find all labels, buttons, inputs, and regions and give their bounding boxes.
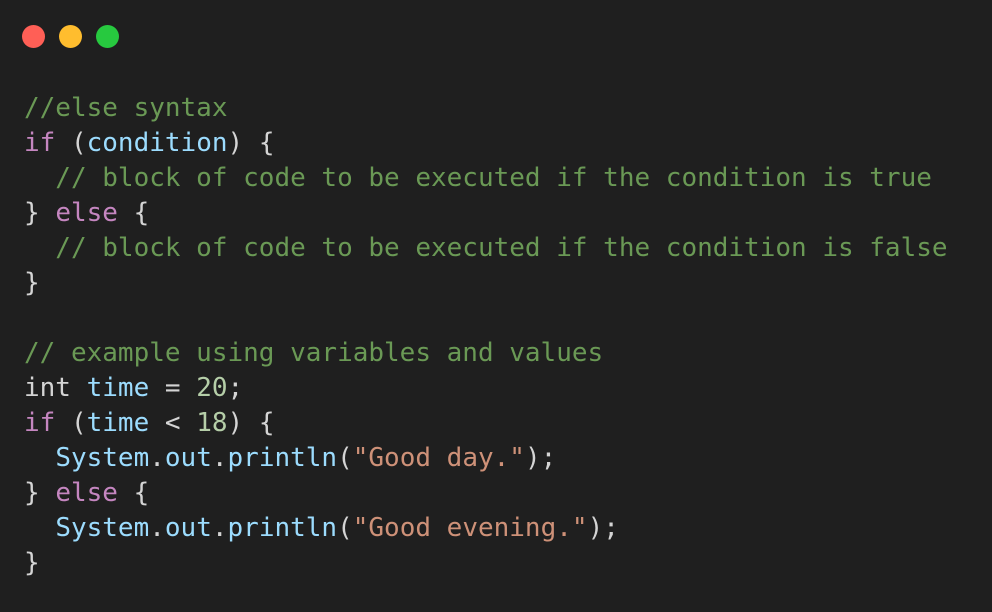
code-token-punct: }	[24, 268, 40, 298]
code-token-punct: ) {	[227, 408, 275, 438]
code-token-punct: (	[337, 513, 353, 543]
code-token-var: out	[164, 443, 212, 473]
code-token-var: time	[86, 373, 150, 403]
code-token-keyword: else	[55, 478, 118, 508]
code-block: //else syntax if (condition) { // block o…	[24, 91, 948, 581]
code-token-punct: (	[337, 443, 353, 473]
code-token-comment: // block of code to be executed if the c…	[24, 163, 932, 193]
code-token-punct: }	[24, 478, 56, 508]
code-line: System.out.println("Good evening.");	[24, 511, 948, 546]
code-line: // block of code to be executed if the c…	[24, 231, 948, 266]
code-token-punct: {	[117, 198, 150, 228]
code-token-punct: (	[55, 408, 87, 438]
code-token-punct: );	[524, 443, 557, 473]
code-token-string: "Good day."	[352, 443, 525, 473]
code-token-punct: .	[211, 513, 228, 543]
code-token-var: out	[164, 513, 212, 543]
minimize-window-icon[interactable]	[59, 25, 82, 48]
code-token-punct: .	[149, 443, 165, 473]
code-window: //else syntax if (condition) { // block o…	[0, 0, 992, 612]
code-line: if (condition) {	[24, 126, 948, 161]
code-token-punct: }	[24, 198, 56, 228]
code-token-keyword: if	[24, 128, 56, 158]
code-line: // example using variables and values	[24, 336, 948, 371]
code-token-punct: .	[149, 513, 165, 543]
code-token-func: println	[227, 513, 338, 543]
code-token-punct: {	[117, 478, 150, 508]
code-token-punct: );	[587, 513, 619, 543]
code-line: System.out.println("Good day.");	[24, 441, 948, 476]
code-token-punct: ) {	[227, 128, 275, 158]
code-token-func: println	[227, 443, 338, 473]
code-line: }	[24, 266, 948, 301]
code-token-string: "Good evening."	[352, 513, 588, 543]
code-token-number: 18	[196, 408, 228, 438]
code-line: } else {	[24, 476, 948, 511]
code-token-number: 20	[196, 373, 228, 403]
code-token-keyword: if	[24, 408, 56, 438]
code-token-punct: ;	[227, 373, 244, 403]
code-line: } else {	[24, 196, 948, 231]
code-token-var: System	[55, 443, 150, 473]
code-token-comment: //else syntax	[24, 93, 228, 123]
close-window-icon[interactable]	[22, 25, 45, 48]
code-token-var: condition	[86, 128, 228, 158]
code-token-var: time	[86, 408, 150, 438]
code-token-keyword: else	[55, 198, 118, 228]
code-token-punct: (	[55, 128, 87, 158]
code-token-var: System	[55, 513, 150, 543]
code-line: }	[24, 546, 948, 581]
code-line: int time = 20;	[24, 371, 948, 406]
code-line: if (time < 18) {	[24, 406, 948, 441]
code-line: // block of code to be executed if the c…	[24, 161, 948, 196]
window-titlebar	[0, 0, 992, 72]
code-token-type: int	[24, 373, 71, 403]
code-token-punct: .	[211, 443, 228, 473]
code-token-punct: <	[149, 408, 197, 438]
code-token-punct: =	[149, 373, 197, 403]
zoom-window-icon[interactable]	[96, 25, 119, 48]
code-token-punct: }	[24, 548, 40, 578]
code-token-comment: // example using variables and values	[24, 338, 604, 368]
code-token-comment: // block of code to be executed if the c…	[24, 233, 948, 263]
code-line: //else syntax	[24, 91, 948, 126]
